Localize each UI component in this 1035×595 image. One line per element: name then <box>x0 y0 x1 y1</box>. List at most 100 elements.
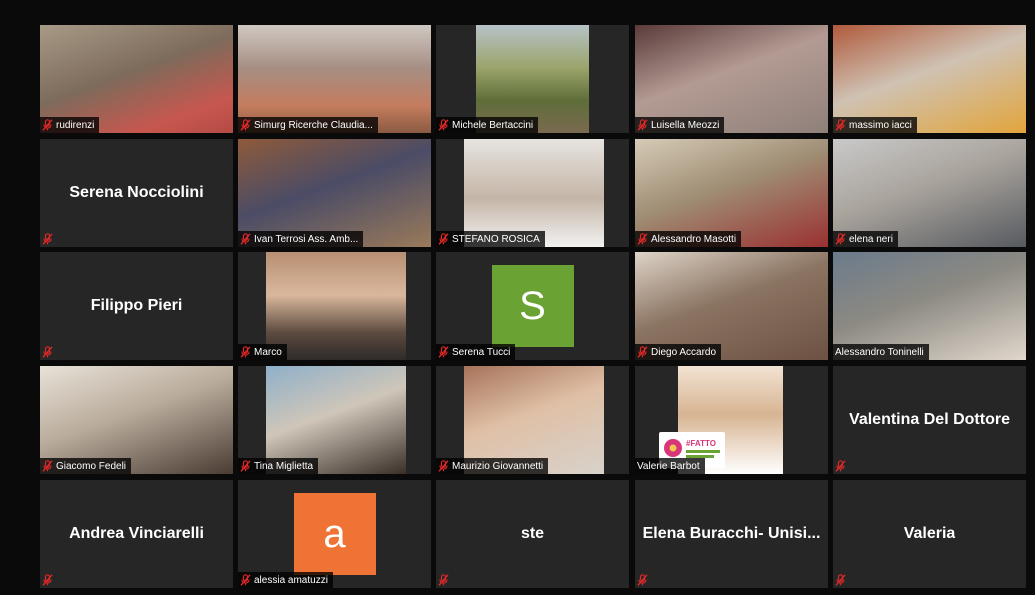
participant-avatar: S <box>491 265 574 347</box>
participant-mute-indicator <box>40 231 58 247</box>
participant-name: ste <box>520 525 545 542</box>
mic-muted-icon <box>637 574 648 586</box>
participant-name-label: elena neri <box>833 231 898 247</box>
participant-name: elena neri <box>849 233 893 245</box>
participant-name: Filippo Pieri <box>90 297 183 314</box>
participant-tile-ste[interactable]: ste <box>436 480 629 588</box>
participant-tile-stefano-rosica[interactable]: STEFANO ROSICA <box>436 139 629 247</box>
participant-tile-elena-buracchi-unisi[interactable]: Elena Buracchi- Unisi... <box>635 480 828 588</box>
participant-name-label: Valerie Barbot <box>635 458 705 474</box>
mic-muted-icon <box>835 233 846 245</box>
participant-name: Valeria <box>903 525 956 542</box>
participant-name-label: Tina Miglietta <box>238 458 319 474</box>
mic-muted-icon <box>240 119 251 131</box>
participant-tile-elena-neri[interactable]: elena neri <box>833 139 1026 247</box>
participant-tile-diego-accardo[interactable]: Diego Accardo <box>635 252 828 360</box>
participant-tile-simurg-ricerche-claudia[interactable]: Simurg Ricerche Claudia... <box>238 25 431 133</box>
participant-tile-michele-bertaccini[interactable]: Michele Bertaccini <box>436 25 629 133</box>
participant-name: Alessandro Masotti <box>651 233 737 245</box>
participant-name-label: Michele Bertaccini <box>436 117 539 133</box>
participant-name: alessia amatuzzi <box>254 574 328 586</box>
participant-name-label: Diego Accardo <box>635 344 722 360</box>
participant-name: Valentina Del Dottore <box>849 411 1010 428</box>
participant-mute-indicator <box>40 572 58 588</box>
participant-tile-alessandro-toninelli[interactable]: Alessandro Toninelli <box>833 252 1026 360</box>
participant-tile-alessia-amatuzzi[interactable]: a alessia amatuzzi <box>238 480 431 588</box>
participant-name: Andrea Vinciarelli <box>69 525 204 542</box>
participant-tile-valeria[interactable]: Valeria <box>833 480 1026 588</box>
participant-mute-indicator <box>833 458 851 474</box>
participant-tile-giacomo-fedeli[interactable]: Giacomo Fedeli <box>40 366 233 474</box>
participant-name-label: Simurg Ricerche Claudia... <box>238 117 378 133</box>
participant-name: Giacomo Fedeli <box>56 460 127 472</box>
participant-name-label: Serena Tucci <box>436 344 516 360</box>
participant-name: Elena Buracchi- Unisi... <box>642 525 821 542</box>
participant-name: Michele Bertaccini <box>452 119 534 131</box>
participant-name: rudirenzi <box>56 119 95 131</box>
mic-muted-icon <box>438 460 449 472</box>
participant-name: massimo iacci <box>849 119 912 131</box>
participant-name-label: Alessandro Masotti <box>635 231 742 247</box>
participant-tile-marco[interactable]: Marco <box>238 252 431 360</box>
participant-tile-valentina-del-dottore[interactable]: Valentina Del Dottore <box>833 366 1026 474</box>
participant-tile-valerie-barbot[interactable]: #FATTO Valerie Barbot <box>635 366 828 474</box>
mic-muted-icon <box>42 460 53 472</box>
participant-name: Serena Tucci <box>452 346 511 358</box>
participant-name: Maurizio Giovannetti <box>452 460 544 472</box>
participant-name-label: alessia amatuzzi <box>238 572 333 588</box>
mic-muted-icon <box>240 346 251 358</box>
participant-tile-serena-nocciolini[interactable]: Serena Nocciolini <box>40 139 233 247</box>
mic-muted-icon <box>637 119 648 131</box>
participant-tile-andrea-vinciarelli[interactable]: Andrea Vinciarelli <box>40 480 233 588</box>
participant-name: Valerie Barbot <box>637 460 700 472</box>
participant-name-label: rudirenzi <box>40 117 100 133</box>
participant-mute-indicator <box>40 344 58 360</box>
participant-name-label: massimo iacci <box>833 117 917 133</box>
participant-tile-filippo-pieri[interactable]: Filippo Pieri <box>40 252 233 360</box>
participant-mute-indicator <box>833 572 851 588</box>
mic-muted-icon <box>42 119 53 131</box>
participant-tile-tina-miglietta[interactable]: Tina Miglietta <box>238 366 431 474</box>
participant-name: Marco <box>254 346 282 358</box>
participant-name: Luisella Meozzi <box>651 119 720 131</box>
participant-name: Simurg Ricerche Claudia... <box>254 119 373 131</box>
participant-name-label: STEFANO ROSICA <box>436 231 545 247</box>
zoom-gallery-view: rudirenzi Simurg Ricerche Claudia... Miche… <box>0 0 1035 595</box>
participant-name: Alessandro Toninelli <box>835 346 924 358</box>
participant-tile-luisella-meozzi[interactable]: Luisella Meozzi <box>635 25 828 133</box>
participant-tile-massimo-iacci[interactable]: massimo iacci <box>833 25 1026 133</box>
participant-name: Tina Miglietta <box>254 460 314 472</box>
participant-name-label: Giacomo Fedeli <box>40 458 132 474</box>
participant-name-label: Maurizio Giovannetti <box>436 458 549 474</box>
participant-tile-rudirenzi[interactable]: rudirenzi <box>40 25 233 133</box>
participant-avatar: a <box>293 493 376 575</box>
mic-muted-icon <box>42 233 53 245</box>
mic-muted-icon <box>42 346 53 358</box>
participant-name-label: Marco <box>238 344 287 360</box>
mic-muted-icon <box>42 574 53 586</box>
participant-video <box>266 252 406 360</box>
participant-name: STEFANO ROSICA <box>452 233 540 245</box>
mic-muted-icon <box>835 119 846 131</box>
participant-mute-indicator <box>635 572 653 588</box>
participant-name-label: Luisella Meozzi <box>635 117 725 133</box>
participant-tile-alessandro-masotti[interactable]: Alessandro Masotti <box>635 139 828 247</box>
participant-name-label: Alessandro Toninelli <box>833 344 929 360</box>
fatto-hashtag: #FATTO <box>686 439 716 448</box>
mic-muted-icon <box>240 460 251 472</box>
mic-muted-icon <box>637 233 648 245</box>
participant-name: Diego Accardo <box>651 346 717 358</box>
mic-muted-icon <box>438 233 449 245</box>
participant-tile-serena-tucci[interactable]: S Serena Tucci <box>436 252 629 360</box>
participant-grid: rudirenzi Simurg Ricerche Claudia... Miche… <box>40 25 1029 593</box>
participant-name: Ivan Terrosi Ass. Amb... <box>254 233 359 245</box>
participant-name: Serena Nocciolini <box>69 184 204 201</box>
mic-muted-icon <box>438 346 449 358</box>
mic-muted-icon <box>637 346 648 358</box>
mic-muted-icon <box>438 574 449 586</box>
mic-muted-icon <box>835 574 846 586</box>
participant-tile-ivan-terrosi-ass-amb[interactable]: Ivan Terrosi Ass. Amb... <box>238 139 431 247</box>
participant-tile-maurizio-giovannetti[interactable]: Maurizio Giovannetti <box>436 366 629 474</box>
mic-muted-icon <box>240 233 251 245</box>
mic-muted-icon <box>240 574 251 586</box>
